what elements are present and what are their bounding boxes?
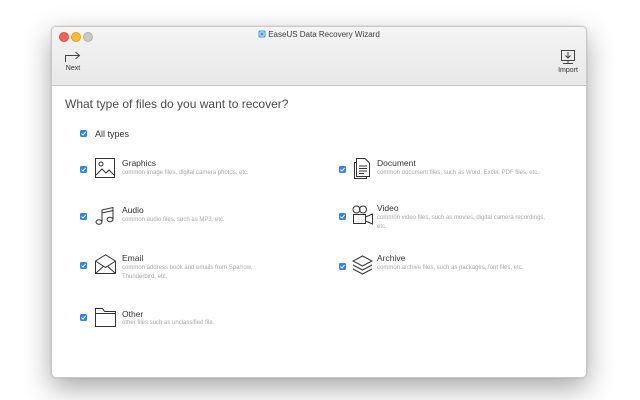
graphics-description: common image files, digital camera photo…: [122, 170, 249, 176]
other-description: other files such as unclassified file.: [122, 320, 215, 326]
graphics-checkbox[interactable]: [80, 166, 87, 173]
video-checkbox[interactable]: [339, 213, 346, 220]
next-label: Next: [65, 65, 81, 72]
checkmark-icon: [340, 264, 345, 269]
checkmark-icon: [81, 131, 86, 136]
email-description: common address book and emails from Spar…: [122, 265, 253, 280]
video-description: common video files, such as movies, digi…: [377, 215, 546, 230]
image-icon: [95, 158, 115, 178]
graphics-name: Graphics: [122, 158, 157, 168]
checkmark-icon: [81, 214, 86, 219]
checkmark-icon: [81, 167, 86, 172]
app-window: EaseUS Data Recovery Wizard Next Import …: [51, 26, 587, 378]
app-logo-icon: [258, 30, 266, 38]
page-question: What type of files do you want to recove…: [65, 97, 289, 111]
archive-description: common archive files, such as packages, …: [377, 265, 524, 271]
email-checkbox[interactable]: [80, 262, 87, 269]
video-name: Video: [377, 203, 399, 213]
document-description: common document files, such as Word, Exc…: [377, 170, 539, 176]
import-icon: [561, 50, 575, 64]
checkmark-icon: [340, 167, 345, 172]
document-checkbox[interactable]: [339, 166, 346, 173]
audio-description: common audio files, such as MP3, etc.: [122, 217, 225, 223]
title-bar: EaseUS Data Recovery Wizard Next Import: [52, 27, 586, 86]
forward-arrow-icon: [65, 51, 81, 62]
archive-name: Archive: [377, 253, 406, 263]
video-camera-icon: [352, 205, 373, 225]
music-note-icon: [95, 206, 114, 225]
next-button[interactable]: Next: [62, 49, 84, 72]
stack-icon: [352, 255, 373, 275]
import-button[interactable]: Import: [556, 49, 580, 74]
other-checkbox[interactable]: [80, 314, 87, 321]
audio-checkbox[interactable]: [80, 213, 87, 220]
window-title: EaseUS Data Recovery Wizard: [52, 29, 586, 41]
all-types-label: All types: [95, 129, 130, 139]
archive-checkbox[interactable]: [339, 263, 346, 270]
import-label: Import: [558, 67, 578, 74]
envelope-icon: [95, 254, 116, 274]
window-title-text: EaseUS Data Recovery Wizard: [268, 30, 380, 39]
folder-icon: [95, 308, 116, 327]
document-icon: [354, 158, 370, 179]
other-name: Other: [122, 309, 144, 319]
all-types-checkbox[interactable]: [80, 130, 87, 137]
checkmark-icon: [81, 263, 86, 268]
checkmark-icon: [81, 315, 86, 320]
checkmark-icon: [340, 214, 345, 219]
document-name: Document: [377, 158, 416, 168]
email-name: Email: [122, 253, 144, 263]
audio-name: Audio: [122, 205, 144, 215]
